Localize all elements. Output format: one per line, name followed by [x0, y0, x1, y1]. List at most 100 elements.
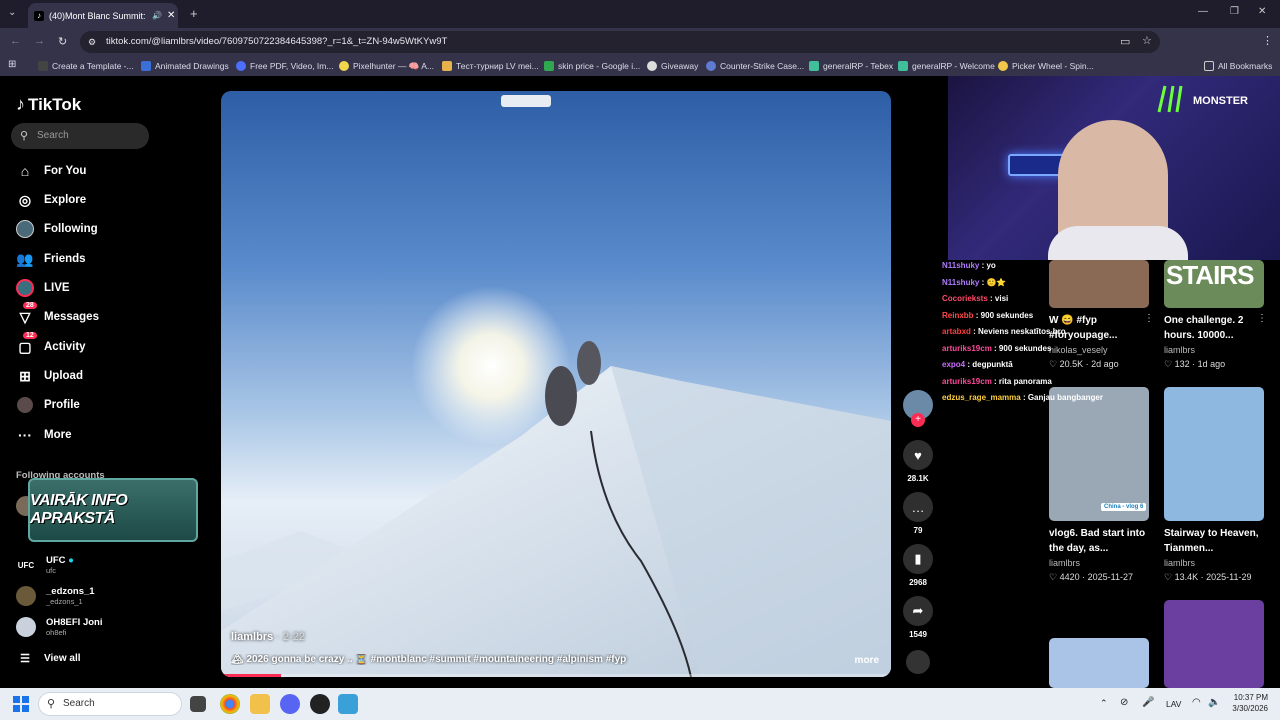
- network-icon[interactable]: ⊘: [1120, 697, 1128, 708]
- svg-text:MONSTER: MONSTER: [1193, 95, 1248, 107]
- bookmark-item[interactable]: Picker Wheel - Spin...: [998, 59, 1094, 73]
- audio-icon[interactable]: 🔊: [152, 11, 162, 20]
- nav-live[interactable]: LIVE: [16, 277, 70, 299]
- menu-kebab-icon[interactable]: ⋮: [1262, 34, 1273, 47]
- nav-for-you[interactable]: ⌂ For You: [16, 160, 87, 182]
- back-icon[interactable]: ←: [10, 35, 21, 47]
- all-bookmarks[interactable]: All Bookmarks: [1204, 59, 1272, 73]
- nav-following[interactable]: Following: [16, 218, 98, 240]
- clock[interactable]: 10:37 PM 3/30/2026: [1232, 692, 1268, 714]
- bookmark-item[interactable]: Create a Template -...: [38, 59, 134, 73]
- tab-list-chevron-icon[interactable]: ⌄: [8, 7, 16, 18]
- bookmarks-bar: ⊞ Create a Template -... Animated Drawin…: [0, 56, 1280, 76]
- chrome-icon[interactable]: [220, 694, 240, 714]
- close-window-icon[interactable]: ✕: [1258, 6, 1266, 17]
- discord-icon[interactable]: [280, 694, 300, 714]
- input-language[interactable]: LAV: [1166, 699, 1181, 709]
- streamer-webcam: MONSTER: [948, 76, 1280, 260]
- stream-overlay-banner: VAIRĀK INFO APRAKSTĀ: [28, 478, 198, 542]
- comment-button[interactable]: … 79: [903, 492, 933, 535]
- video-card[interactable]: STAIRS One challenge. 2 hours. 10000... …: [1164, 260, 1264, 370]
- save-button[interactable]: ▮ 2968: [903, 544, 933, 587]
- bookmark-favicon-icon: [38, 61, 48, 71]
- caption-more-button[interactable]: more: [855, 655, 879, 666]
- video-card[interactable]: China - vlog 6 vlog6. Bad start into the…: [1049, 387, 1149, 583]
- video-author[interactable]: liamlbrs · 2-22: [231, 631, 305, 643]
- bookmark-favicon-icon: [339, 61, 349, 71]
- video-card[interactable]: [1164, 600, 1264, 688]
- monster-energy-logo: MONSTER: [1153, 82, 1271, 118]
- chat-message: arturiks19cm : rita panorama: [942, 376, 1052, 386]
- file-explorer-icon[interactable]: [250, 694, 270, 714]
- url-field[interactable]: ⚙ tiktok.com/@liamlbrs/video/76097507223…: [80, 31, 1160, 53]
- bookmark-item[interactable]: Animated Drawings: [141, 59, 229, 73]
- task-view-icon[interactable]: [190, 696, 206, 712]
- chat-username: Cocorieksts: [942, 294, 988, 303]
- windows-start-icon[interactable]: [13, 696, 29, 712]
- chat-username: edzus_rage_mamma: [942, 393, 1021, 402]
- obs-icon[interactable]: [310, 694, 330, 714]
- notepad-icon[interactable]: [338, 694, 358, 714]
- maximize-icon[interactable]: ❐: [1230, 6, 1239, 17]
- follow-plus-icon[interactable]: +: [911, 413, 925, 427]
- card-options-icon[interactable]: ⋮: [1144, 313, 1154, 324]
- nav-activity[interactable]: ▢ 12 Activity: [16, 332, 86, 358]
- nav-messages[interactable]: ▽ 28 Messages: [16, 302, 99, 328]
- bookmark-item[interactable]: skin price - Google i...: [544, 59, 640, 73]
- bookmark-item[interactable]: Pixelhunter — 🧠 A...: [339, 59, 434, 73]
- nav-friends[interactable]: 👥 Friends: [16, 248, 85, 270]
- cast-icon[interactable]: ▭: [1120, 35, 1130, 48]
- microphone-icon[interactable]: 🎤: [1142, 697, 1154, 708]
- following-account[interactable]: _edzons_1 _edzons_1: [16, 584, 95, 608]
- nav-more[interactable]: ··· More: [16, 424, 71, 446]
- chat-message: Reinxbb : 900 sekundes: [942, 310, 1034, 320]
- bookmark-item[interactable]: generalRP - Welcome: [898, 59, 995, 73]
- sound-disc[interactable]: [903, 650, 933, 674]
- nav-upload[interactable]: ⊞ Upload: [16, 365, 83, 387]
- site-info-icon[interactable]: ⚙: [88, 31, 96, 53]
- forward-icon[interactable]: →: [34, 35, 45, 47]
- chat-username: arturiks19cm: [942, 376, 992, 386]
- reload-icon[interactable]: ↻: [58, 35, 67, 48]
- video-card[interactable]: Stairway to Heaven, Tianmen... liamlbrs …: [1164, 387, 1264, 583]
- following-account[interactable]: OH8EFI Joni oh8efi: [16, 615, 102, 639]
- bookmark-item[interactable]: generalRP - Tebex: [809, 59, 893, 73]
- tiktok-logo[interactable]: ♪ TikTok: [16, 94, 81, 115]
- like-button[interactable]: ♥ 28.1K: [903, 440, 933, 483]
- chat-username: Reinxbb: [942, 310, 974, 320]
- browser-tab[interactable]: ♪ (40)Mont Blanc Summit: 20 🔊 ✕: [28, 3, 178, 28]
- video-thumbnail: China - vlog 6: [1049, 387, 1149, 521]
- bookmark-star-icon[interactable]: ☆: [1142, 34, 1152, 47]
- bookmark-icon: ▮: [903, 544, 933, 574]
- share-button[interactable]: ➦ 1549: [903, 596, 933, 639]
- apps-grid-icon[interactable]: ⊞: [8, 59, 16, 70]
- new-tab-icon[interactable]: +: [190, 6, 198, 21]
- wifi-icon[interactable]: ◠: [1192, 697, 1201, 708]
- nav-explore[interactable]: ◎ Explore: [16, 189, 86, 211]
- bookmark-item[interactable]: Counter-Strike Case...: [706, 59, 804, 73]
- video-thumbnail: [1164, 600, 1264, 688]
- volume-icon[interactable]: 🔈: [1208, 697, 1220, 708]
- view-all-link[interactable]: ☰ View all: [16, 647, 80, 669]
- comment-count: 79: [913, 526, 923, 535]
- creator-avatar-button[interactable]: +: [903, 390, 933, 427]
- tray-chevron-icon[interactable]: ⌃: [1100, 698, 1108, 709]
- chat-message: N11shuky : yo: [942, 261, 996, 270]
- bookmark-item[interactable]: Free PDF, Video, Im...: [236, 59, 333, 73]
- bookmark-item[interactable]: Тест-турнир LV mei...: [442, 59, 539, 73]
- taskbar-search[interactable]: ⚲ Search: [38, 692, 182, 716]
- following-account[interactable]: UFC UFC ● ufc: [16, 553, 74, 577]
- bookmark-favicon-icon: [544, 61, 554, 71]
- minimize-icon[interactable]: —: [1198, 6, 1208, 17]
- tiktok-note-icon: ♪: [16, 94, 25, 114]
- bookmark-item[interactable]: Giveaway: [647, 59, 698, 73]
- video-progress-fill: [221, 674, 282, 677]
- video-player[interactable]: liamlbrs · 2-22 🏔 2026 gonna be crazy ..…: [221, 91, 891, 677]
- nav-profile[interactable]: Profile: [16, 394, 80, 416]
- card-options-icon[interactable]: ⋮: [1257, 313, 1267, 324]
- search-input[interactable]: ⚲ Search: [11, 123, 149, 149]
- close-tab-icon[interactable]: ✕: [167, 10, 175, 21]
- video-progress-bar[interactable]: [221, 674, 891, 677]
- video-card[interactable]: [1049, 638, 1149, 688]
- chat-message: Cocorieksts : visi: [942, 294, 1009, 303]
